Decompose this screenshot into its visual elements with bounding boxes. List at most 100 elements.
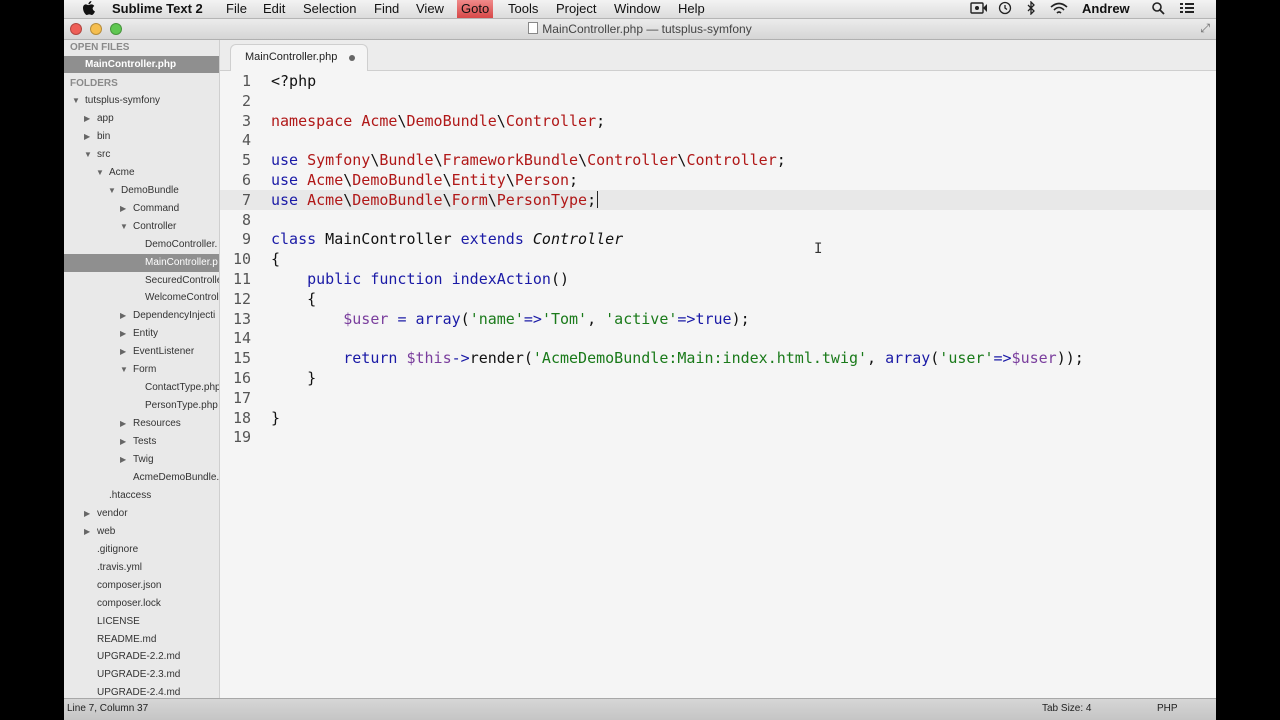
menu-edit[interactable]: Edit bbox=[259, 0, 289, 18]
tree-item[interactable]: ▶ Resources bbox=[64, 415, 219, 433]
notification-center-icon[interactable] bbox=[1180, 0, 1194, 18]
tree-item[interactable]: .travis.yml bbox=[64, 559, 219, 577]
code-line[interactable]: 7 use Acme\DemoBundle\Form\PersonType; bbox=[220, 189, 1216, 210]
app-name[interactable]: Sublime Text 2 bbox=[112, 0, 203, 18]
menu-project[interactable]: Project bbox=[552, 0, 600, 18]
disclosure-open-icon[interactable]: ▼ bbox=[120, 218, 128, 236]
tree-item[interactable]: ▼ DemoBundle bbox=[64, 182, 219, 200]
disclosure-closed-icon[interactable]: ▶ bbox=[120, 433, 126, 451]
tree-item[interactable]: ContactType.php bbox=[64, 379, 219, 397]
code-text[interactable]: } bbox=[271, 368, 316, 388]
tree-item[interactable]: MainController.p bbox=[64, 253, 219, 272]
code-text[interactable]: use Symfony\Bundle\FrameworkBundle\Contr… bbox=[271, 150, 786, 170]
tree-item[interactable]: ▶ Twig bbox=[64, 451, 219, 469]
apple-icon[interactable] bbox=[82, 0, 95, 18]
disclosure-closed-icon[interactable]: ▶ bbox=[120, 415, 126, 433]
tree-item[interactable]: AcmeDemoBundle. bbox=[64, 469, 219, 487]
tree-item[interactable]: ▶ Entity bbox=[64, 325, 219, 343]
menu-goto[interactable]: Goto bbox=[457, 0, 494, 18]
disclosure-open-icon[interactable]: ▼ bbox=[108, 182, 116, 200]
menu-help[interactable]: Help bbox=[674, 0, 709, 18]
disclosure-open-icon[interactable]: ▼ bbox=[96, 164, 104, 182]
code-line[interactable]: 6 use Acme\DemoBundle\Entity\Person; bbox=[220, 170, 1216, 190]
tree-item[interactable]: ▶ EventListener bbox=[64, 343, 219, 361]
disclosure-closed-icon[interactable]: ▶ bbox=[120, 325, 126, 343]
code-text[interactable]: use Acme\DemoBundle\Entity\Person; bbox=[271, 170, 578, 190]
code-text[interactable]: <?php bbox=[271, 71, 316, 91]
code-line[interactable]: 11 public function indexAction() bbox=[220, 269, 1216, 289]
code-text[interactable]: return $this->render('AcmeDemoBundle:Mai… bbox=[271, 348, 1084, 368]
code-text[interactable]: class MainController extends Controller bbox=[271, 229, 623, 249]
tree-item[interactable]: ▼ Form bbox=[64, 361, 219, 379]
code-line[interactable]: 17 bbox=[220, 388, 1216, 408]
modified-dot-icon[interactable] bbox=[349, 55, 355, 61]
tree-item[interactable]: ▼ Acme bbox=[64, 164, 219, 182]
code-line[interactable]: 16 } bbox=[220, 368, 1216, 388]
code-text[interactable]: $user = array('name'=>'Tom', 'active'=>t… bbox=[271, 309, 749, 329]
code-text[interactable]: { bbox=[271, 289, 316, 309]
tree-item[interactable]: SecuredControlle bbox=[64, 272, 219, 290]
code-text[interactable]: { bbox=[271, 249, 280, 269]
tree-item[interactable]: ▶ Tests bbox=[64, 433, 219, 451]
tree-item[interactable]: ▼ src bbox=[64, 146, 219, 164]
menu-view[interactable]: View bbox=[412, 0, 448, 18]
code-line[interactable]: 5 use Symfony\Bundle\FrameworkBundle\Cont… bbox=[220, 150, 1216, 170]
disclosure-closed-icon[interactable]: ▶ bbox=[84, 505, 90, 523]
code-text[interactable]: } bbox=[271, 408, 280, 428]
tree-item[interactable]: README.md bbox=[64, 631, 219, 649]
disclosure-closed-icon[interactable]: ▶ bbox=[84, 523, 90, 541]
tree-item[interactable]: ▶ bin bbox=[64, 128, 219, 146]
disclosure-open-icon[interactable]: ▼ bbox=[120, 361, 128, 379]
tree-item[interactable]: UPGRADE-2.2.md bbox=[64, 648, 219, 666]
code-line[interactable]: 19 bbox=[220, 427, 1216, 447]
tree-item[interactable]: .htaccess bbox=[64, 487, 219, 505]
code-text[interactable]: public function indexAction() bbox=[271, 269, 569, 289]
disclosure-closed-icon[interactable]: ▶ bbox=[120, 343, 126, 361]
tree-item[interactable]: UPGRADE-2.4.md bbox=[64, 684, 219, 698]
wifi-icon[interactable] bbox=[1050, 0, 1068, 18]
disclosure-closed-icon[interactable]: ▶ bbox=[120, 307, 126, 325]
tree-item[interactable]: ▶ app bbox=[64, 110, 219, 128]
spotlight-search-icon[interactable] bbox=[1152, 0, 1165, 18]
tree-item[interactable]: UPGRADE-2.3.md bbox=[64, 666, 219, 684]
tree-item[interactable]: DemoController. bbox=[64, 236, 219, 254]
open-file-item[interactable]: MainController.php bbox=[64, 56, 219, 73]
time-machine-icon[interactable] bbox=[998, 0, 1012, 18]
code-line[interactable]: 10 { bbox=[220, 249, 1216, 269]
tree-item[interactable]: composer.json bbox=[64, 577, 219, 595]
menu-selection[interactable]: Selection bbox=[299, 0, 360, 18]
tree-item[interactable]: PersonType.php bbox=[64, 397, 219, 415]
code-text[interactable]: use Acme\DemoBundle\Form\PersonType; bbox=[271, 190, 596, 210]
code-editor[interactable]: 1 <?php 2 3 namespace Acme\DemoBundle\Contro… bbox=[220, 71, 1216, 698]
disclosure-open-icon[interactable]: ▼ bbox=[84, 146, 92, 164]
tree-item[interactable]: ▶ DependencyInjecti bbox=[64, 307, 219, 325]
tree-item[interactable]: .gitignore bbox=[64, 541, 219, 559]
tree-item[interactable]: ▶ Command bbox=[64, 200, 219, 218]
tree-item[interactable]: ▶ vendor bbox=[64, 505, 219, 523]
menu-find[interactable]: Find bbox=[370, 0, 403, 18]
user-name[interactable]: Andrew bbox=[1082, 0, 1130, 18]
code-line[interactable]: 13 $user = array('name'=>'Tom', 'active'… bbox=[220, 309, 1216, 329]
code-text[interactable]: namespace Acme\DemoBundle\Controller; bbox=[271, 111, 605, 131]
tree-item[interactable]: ▼ tutsplus-symfony bbox=[64, 92, 219, 110]
tab-size[interactable]: Tab Size: 4 bbox=[1042, 699, 1091, 719]
code-line[interactable]: 1 <?php bbox=[220, 71, 1216, 91]
code-line[interactable]: 3 namespace Acme\DemoBundle\Controller; bbox=[220, 111, 1216, 131]
disclosure-closed-icon[interactable]: ▶ bbox=[84, 128, 90, 146]
menu-tools[interactable]: Tools bbox=[504, 0, 542, 18]
disclosure-closed-icon[interactable]: ▶ bbox=[120, 451, 126, 469]
tree-item[interactable]: composer.lock bbox=[64, 595, 219, 613]
code-line[interactable]: 14 bbox=[220, 328, 1216, 348]
disclosure-open-icon[interactable]: ▼ bbox=[72, 92, 80, 110]
syntax-mode[interactable]: PHP bbox=[1157, 699, 1178, 719]
code-line[interactable]: 2 bbox=[220, 91, 1216, 111]
tree-item[interactable]: ▼ Controller bbox=[64, 218, 219, 236]
tree-item[interactable]: LICENSE bbox=[64, 613, 219, 631]
tree-item[interactable]: ▶ web bbox=[64, 523, 219, 541]
fullscreen-icon[interactable]: ⤢ bbox=[1200, 21, 1210, 36]
tab-maincontroller[interactable]: MainController.php bbox=[230, 44, 368, 71]
menu-file[interactable]: File bbox=[222, 0, 251, 18]
tree-item[interactable]: WelcomeControl bbox=[64, 289, 219, 307]
code-line[interactable]: 18} bbox=[220, 408, 1216, 428]
code-line[interactable]: 8 bbox=[220, 210, 1216, 230]
